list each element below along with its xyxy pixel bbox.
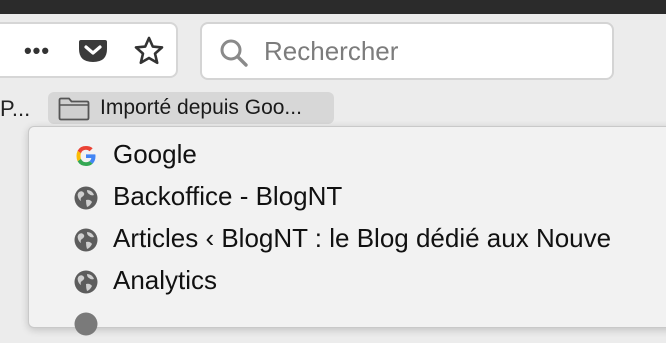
globe-icon xyxy=(74,312,98,336)
window-top-edge xyxy=(0,0,666,14)
toolbar: ••• xyxy=(0,14,666,90)
bookmark-item-truncated[interactable]: P... xyxy=(0,96,30,122)
search-input[interactable] xyxy=(264,34,594,68)
menu-item-articles[interactable]: Articles ‹ BlogNT : le Blog dédié aux No… xyxy=(29,219,666,259)
bookmark-star-button[interactable] xyxy=(132,34,166,68)
globe-icon xyxy=(74,228,98,252)
bookmark-folder-menu: Google Backoffice - BlogNT Articles ‹ Bl… xyxy=(28,126,666,336)
google-icon xyxy=(76,146,96,166)
menu-item-analytics[interactable]: Analytics xyxy=(29,261,666,301)
pocket-button[interactable] xyxy=(76,34,110,68)
bookmark-folder-label: Importé depuis Goo... xyxy=(100,96,302,119)
search-icon xyxy=(220,39,248,67)
bookmarks-toolbar: P... Importé depuis Goo... xyxy=(0,90,666,126)
menu-item-label: Articles ‹ BlogNT : le Blog dédié aux No… xyxy=(113,223,612,253)
menu-item-partial[interactable] xyxy=(29,303,666,343)
pocket-icon xyxy=(79,40,107,62)
search-box[interactable] xyxy=(200,22,614,80)
more-icon: ••• xyxy=(23,38,51,63)
menu-item-label: Google xyxy=(113,139,197,169)
star-icon xyxy=(134,36,164,65)
folder-icon xyxy=(58,97,90,121)
menu-item-label: Analytics xyxy=(113,265,218,295)
page-actions-button[interactable]: ••• xyxy=(20,34,54,68)
menu-item-label: Backoffice - BlogNT xyxy=(113,181,343,211)
menu-item-google[interactable]: Google xyxy=(29,135,666,175)
bookmark-folder-imported[interactable]: Importé depuis Goo... xyxy=(48,92,334,124)
globe-icon xyxy=(74,186,98,210)
menu-item-backoffice[interactable]: Backoffice - BlogNT xyxy=(29,177,666,217)
globe-icon xyxy=(74,270,98,294)
